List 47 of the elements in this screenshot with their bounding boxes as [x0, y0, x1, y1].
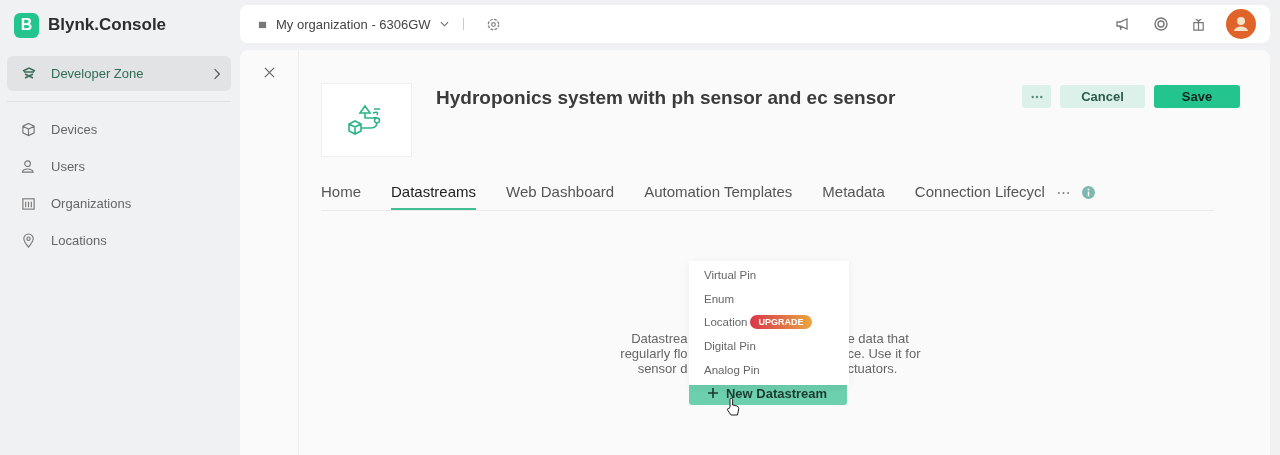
tab[interactable]: Metadata	[822, 175, 885, 210]
menu-item[interactable]: Digital Pin	[689, 334, 849, 358]
app-name: Blynk.Console	[48, 15, 167, 35]
developer-zone-item[interactable]: Developer Zone	[7, 56, 231, 91]
megaphone-icon[interactable]	[1115, 16, 1131, 32]
tools-icon	[21, 65, 37, 82]
close-icon[interactable]	[263, 67, 275, 78]
upgrade-badge: UPGRADE	[750, 315, 812, 330]
more-tabs-icon[interactable]	[1056, 190, 1070, 195]
gift-icon[interactable]	[1191, 16, 1206, 32]
tab[interactable]: Datastreams	[391, 175, 477, 210]
description-text: sensor d	[636, 361, 688, 376]
sidebar-item[interactable]: Organizations	[7, 185, 231, 222]
chevron-down-icon	[439, 21, 449, 27]
hand-cursor-icon	[726, 397, 740, 417]
cancel-button[interactable]: Cancel	[1060, 85, 1145, 108]
lifebuoy-icon[interactable]	[1153, 16, 1169, 32]
info-icon[interactable]	[1081, 186, 1095, 199]
save-button[interactable]: Save	[1154, 85, 1240, 108]
sidebar-item[interactable]: Users	[7, 148, 231, 185]
plus-icon	[707, 388, 718, 398]
organization-selector[interactable]: My organization - 6306GW	[258, 16, 449, 32]
menu-item[interactable]: Analog Pin	[689, 357, 849, 382]
menu-item[interactable]: Location UPGRADE	[689, 310, 849, 335]
tab[interactable]: Home	[321, 175, 361, 210]
avatar-icon[interactable]	[1226, 9, 1256, 39]
template-title: Hydroponics system with ph sensor and ec sensor	[436, 87, 897, 109]
menu-item[interactable]: Enum	[689, 286, 849, 311]
logo-icon: B	[14, 12, 39, 38]
building-icon	[21, 196, 36, 211]
chevron-right-icon	[213, 67, 221, 80]
tab[interactable]: Automation Templates	[644, 175, 793, 210]
sidebar-item[interactable]: Devices	[7, 111, 231, 148]
tab[interactable]: Connection Lifecycl	[914, 175, 1045, 210]
building-icon	[258, 19, 267, 29]
sidebar-item[interactable]: Locations	[7, 222, 231, 259]
template-image[interactable]	[321, 83, 412, 157]
tab[interactable]: Web Dashboard	[506, 175, 615, 210]
location-pin-icon	[21, 233, 36, 248]
description-text: Datastrea	[630, 331, 688, 346]
cube-icon	[21, 122, 36, 137]
description-text: regularly flo	[619, 346, 688, 361]
description-text: ctuators.	[847, 361, 899, 376]
settings-icon[interactable]	[485, 16, 501, 32]
dots-icon	[1030, 94, 1043, 99]
users-icon	[21, 159, 36, 174]
menu-item[interactable]: Virtual Pin	[689, 263, 849, 287]
